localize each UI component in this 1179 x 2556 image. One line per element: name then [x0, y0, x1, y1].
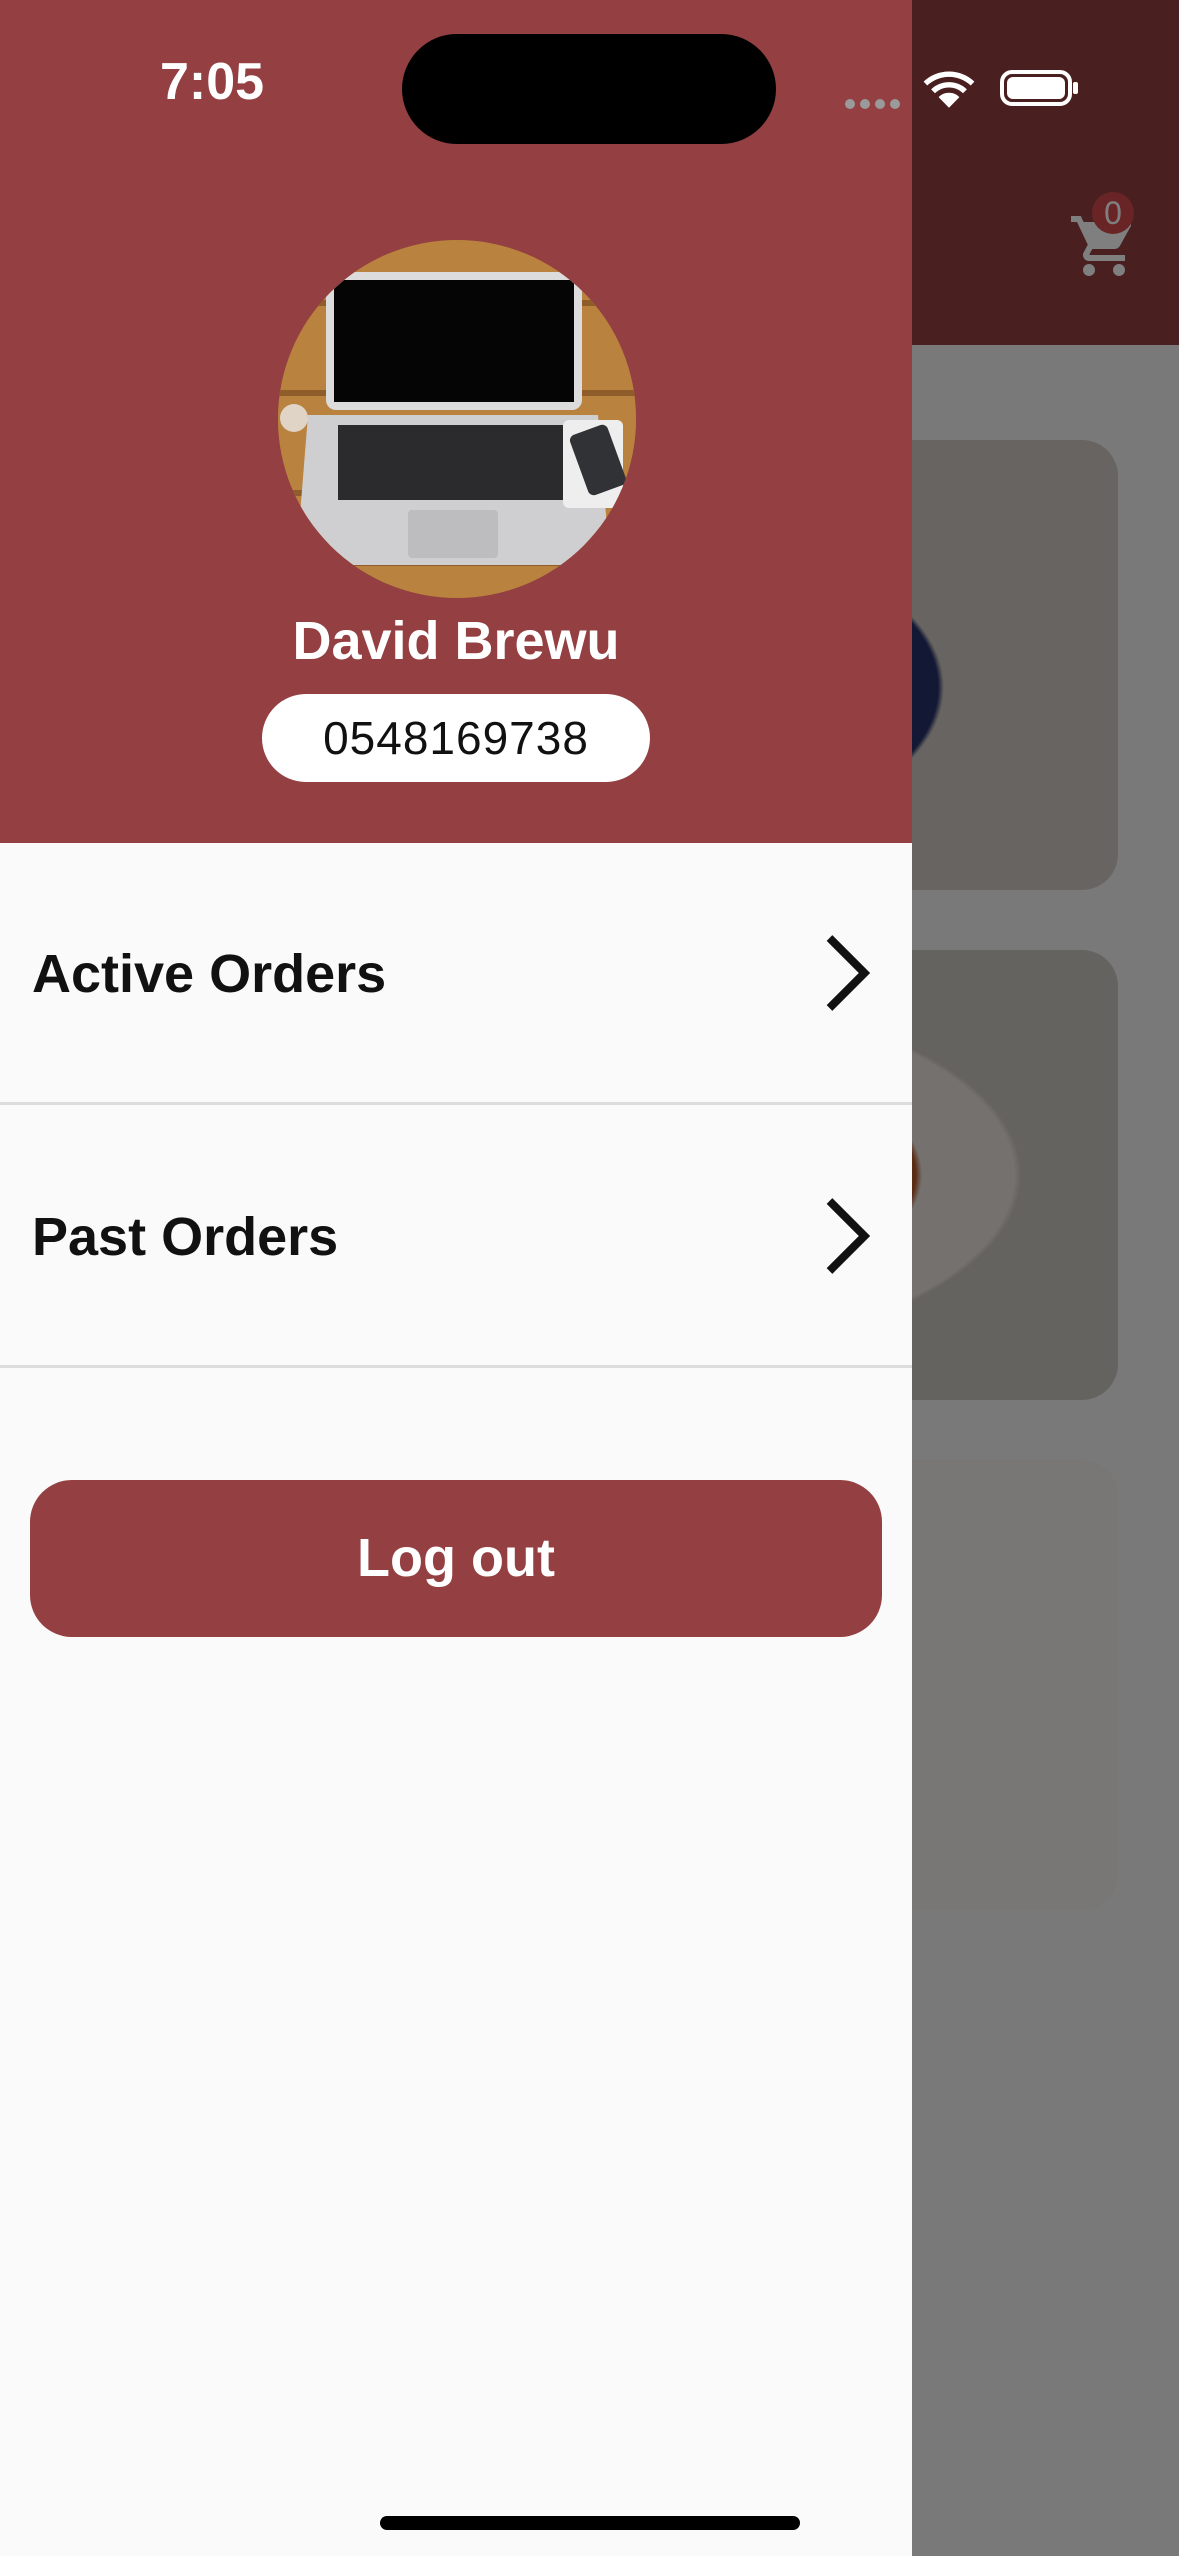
- avatar[interactable]: [278, 240, 636, 598]
- menu-item-label: Active Orders: [32, 944, 387, 1004]
- chevron-right-icon: [826, 935, 871, 1011]
- laptop-photo: [278, 240, 636, 598]
- wifi-icon: [923, 71, 975, 108]
- navigation-drawer: 7:05 David Brewu 0548169738 Active Order…: [0, 0, 1078, 2556]
- logout-button[interactable]: Log out: [30, 1480, 882, 1637]
- home-indicator[interactable]: [380, 2516, 800, 2530]
- user-name: David Brewu: [292, 611, 620, 671]
- dynamic-island: [402, 34, 776, 144]
- status-time: 7:05: [160, 53, 265, 111]
- menu-item-past-orders[interactable]: Past Orders: [0, 1106, 912, 1368]
- cellular-signal-icon: [845, 96, 905, 109]
- menu-item-label: Past Orders: [32, 1207, 339, 1267]
- battery-icon: [1000, 70, 1078, 106]
- menu-item-active-orders[interactable]: Active Orders: [0, 843, 912, 1105]
- chevron-right-icon: [826, 1198, 871, 1274]
- phone-number: 0548169738: [262, 694, 650, 782]
